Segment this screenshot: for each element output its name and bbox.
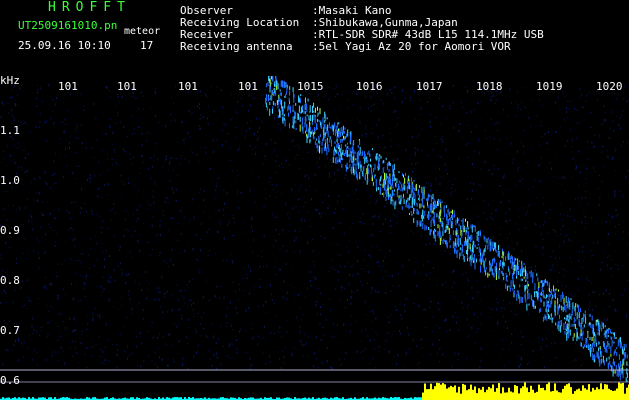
x-tick-label: 1020	[596, 80, 623, 93]
x-tick-label: 101	[58, 80, 78, 93]
x-tick-label: 1016	[356, 80, 383, 93]
x-tick-label: 101	[238, 80, 258, 93]
x-tick-label: 1015	[297, 80, 324, 93]
x-tick-label: 101	[117, 80, 137, 93]
y-tick-label: 0.7	[0, 324, 20, 337]
antenna-value: :5el Yagi Az 20 for Aomori VOR	[312, 40, 511, 53]
y-tick-label: 0.6	[0, 374, 20, 387]
x-tick-label: 1019	[536, 80, 563, 93]
x-tick-label: 1018	[476, 80, 503, 93]
y-tick-label: 0.8	[0, 274, 20, 287]
spectrogram-plot: 101 101 101 101 1015 1016 1017 1018 1019 1020 1.1…	[0, 76, 629, 400]
app-title: HROFFT	[48, 0, 131, 15]
header-panel: HROFFT UT2509161010.pn meteor 25.09.16 1…	[0, 0, 629, 76]
y-tick-label: 0.9	[0, 224, 20, 237]
y-unit-label: kHz	[0, 76, 20, 87]
frame-count: 17	[140, 39, 154, 52]
y-tick-label: 1.1	[0, 124, 20, 137]
antenna-label: Receiving antenna	[180, 40, 293, 53]
file-suffix: meteor	[124, 26, 161, 37]
x-tick-label: 1017	[416, 80, 443, 93]
date-time: 25.09.16 10:10	[18, 39, 111, 52]
x-tick-label: 101	[178, 80, 198, 93]
plot-background	[0, 76, 629, 400]
file-name: UT2509161010.pn	[18, 19, 118, 32]
y-tick-label: 1.0	[0, 174, 20, 187]
